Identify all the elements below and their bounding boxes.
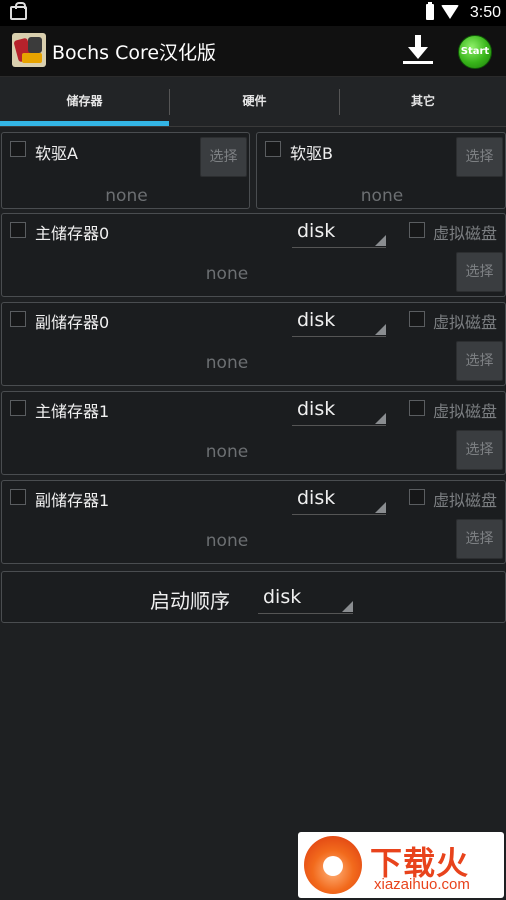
drive-0-path: none [205,264,249,284]
wifi-icon [441,5,459,19]
drive-0-panel: 主储存器0 disk 虚拟磁盘 none 选择 [1,213,506,297]
watermark-logo: 下载火 xiazaihuo.com [298,832,504,898]
drive-3-virtual-checkbox[interactable] [409,489,425,505]
drive-3-select-button[interactable]: 选择 [456,519,503,559]
boot-order-panel: 启动顺序 disk [1,571,506,623]
clock: 3:50 [469,4,501,21]
drive-2-type-value: disk [297,398,336,420]
floppy-b-label: 软驱B [290,144,333,163]
drive-0-type-spinner[interactable]: disk [292,216,386,248]
drive-3-type-value: disk [297,487,336,509]
drive-2-path: none [205,442,249,462]
tab-bar: 储存器 硬件 其它 [0,77,506,127]
drive-0-label: 主储存器0 [35,224,110,243]
dropdown-arrow-icon [375,235,386,246]
shopping-bag-icon [10,2,27,20]
floppy-b-path: none [360,186,404,206]
floppy-a-checkbox[interactable] [10,141,26,157]
floppy-a-panel: 软驱A 选择 none [1,132,250,209]
drive-3-path: none [205,531,249,551]
flame-logo-icon [304,836,362,894]
tab-other[interactable]: 其它 [340,77,506,126]
drive-3-label: 副储存器1 [35,491,110,510]
drive-3-virtual-label: 虚拟磁盘 [433,491,498,510]
drive-1-type-spinner[interactable]: disk [292,305,386,337]
drive-0-select-button[interactable]: 选择 [456,252,503,292]
drive-2-select-button[interactable]: 选择 [456,430,503,470]
status-bar: 3:50 [0,0,506,26]
drive-2-checkbox[interactable] [10,400,26,416]
floppy-b-panel: 软驱B 选择 none [256,132,506,209]
dropdown-arrow-icon [342,601,353,612]
boot-order-value: disk [263,586,302,608]
drive-2-label: 主储存器1 [35,402,110,421]
drive-0-type-value: disk [297,220,336,242]
drive-3-type-spinner[interactable]: disk [292,483,386,515]
boot-order-label: 启动顺序 [150,589,230,613]
drive-1-virtual-checkbox[interactable] [409,311,425,327]
drive-1-path: none [205,353,249,373]
app-title: Bochs Core汉化版 [52,42,217,64]
drive-0-virtual-checkbox[interactable] [409,222,425,238]
floppy-b-checkbox[interactable] [265,141,281,157]
tab-storage[interactable]: 储存器 [0,77,169,126]
drive-1-virtual-label: 虚拟磁盘 [433,313,498,332]
drive-0-checkbox[interactable] [10,222,26,238]
drive-1-type-value: disk [297,309,336,331]
tab-hardware[interactable]: 硬件 [170,77,339,126]
dropdown-arrow-icon [375,502,386,513]
drive-1-panel: 副储存器0 disk 虚拟磁盘 none 选择 [1,302,506,386]
battery-icon [426,2,434,20]
start-button[interactable]: Start [458,35,492,69]
action-bar: Bochs Core汉化版 Start [0,26,506,77]
dropdown-arrow-icon [375,413,386,424]
floppy-a-select-button[interactable]: 选择 [200,137,247,177]
boot-order-spinner[interactable]: disk [258,582,353,614]
floppy-b-select-button[interactable]: 选择 [456,137,503,177]
floppy-a-path: none [105,186,148,206]
download-icon[interactable] [401,32,435,68]
drive-2-virtual-label: 虚拟磁盘 [433,402,498,421]
watermark-url: xiazaihuo.com [374,876,470,893]
drive-0-virtual-label: 虚拟磁盘 [433,224,498,243]
app-icon [12,33,46,67]
drive-3-checkbox[interactable] [10,489,26,505]
drive-2-virtual-checkbox[interactable] [409,400,425,416]
drive-1-label: 副储存器0 [35,313,110,332]
floppy-a-label: 软驱A [35,144,78,163]
drive-2-panel: 主储存器1 disk 虚拟磁盘 none 选择 [1,391,506,475]
drive-3-panel: 副储存器1 disk 虚拟磁盘 none 选择 [1,480,506,564]
drive-1-checkbox[interactable] [10,311,26,327]
drive-1-select-button[interactable]: 选择 [456,341,503,381]
dropdown-arrow-icon [375,324,386,335]
drive-2-type-spinner[interactable]: disk [292,394,386,426]
